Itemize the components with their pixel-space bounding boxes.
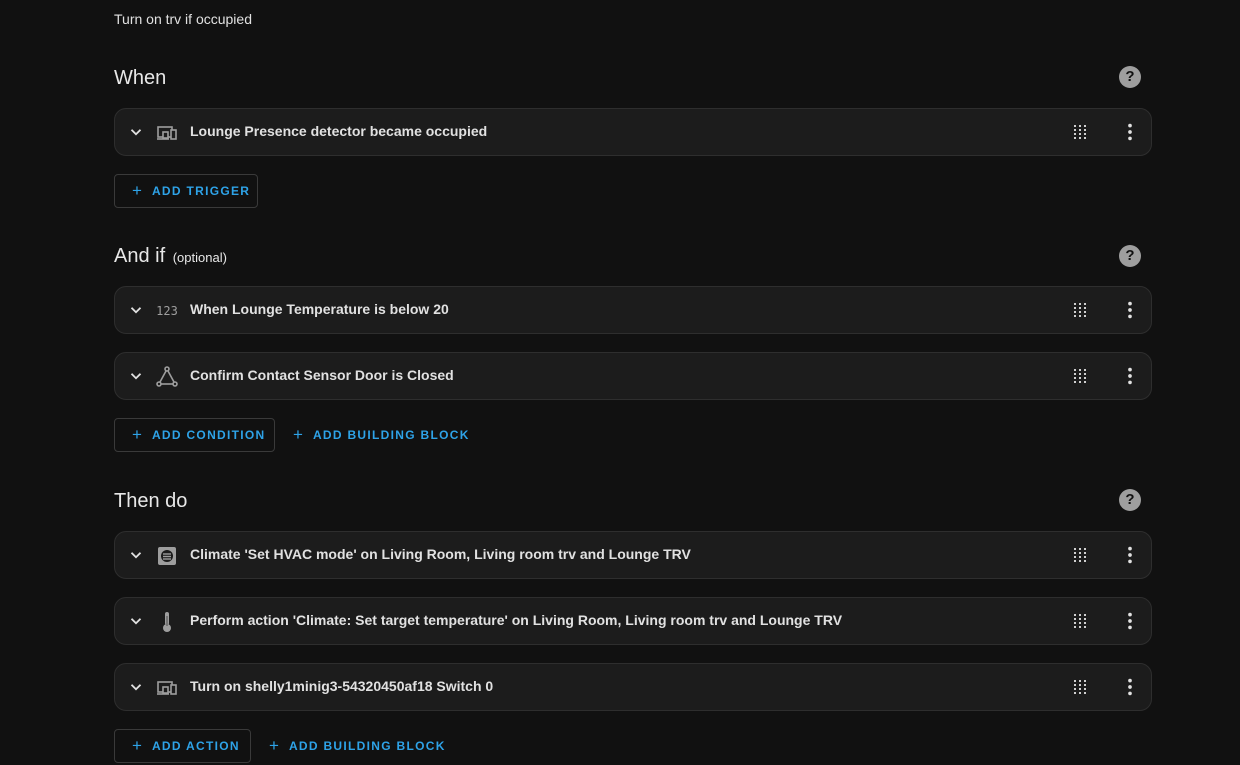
thermometer-icon [155,610,179,634]
action-label: Climate 'Set HVAC mode' on Living Room, … [190,546,691,562]
help-circle-icon[interactable]: ? [1119,245,1141,267]
automation-description: Turn on trv if occupied [114,11,252,27]
chevron-down-icon[interactable] [127,678,145,696]
automation-editor: Turn on trv if occupied When ? Lounge Pr… [0,0,1240,765]
devices-icon [155,676,179,700]
chevron-down-icon[interactable] [127,612,145,630]
plus-icon: + [132,181,142,200]
condition-row[interactable]: Confirm Contact Sensor Door is Closed [114,352,1152,400]
action-label: Turn on shelly1minig3-54320450af18 Switc… [190,678,494,694]
help-circle-icon[interactable]: ? [1119,489,1141,511]
drag-handle-icon[interactable] [1071,367,1089,385]
chevron-down-icon[interactable] [127,546,145,564]
help-circle-icon[interactable]: ? [1119,66,1141,88]
more-vert-icon[interactable] [1119,610,1141,632]
chevron-down-icon[interactable] [127,367,145,385]
drag-handle-icon[interactable] [1071,123,1089,141]
climate-service-icon [155,544,179,568]
add-action-button[interactable]: + ADD ACTION [114,729,251,763]
action-label: Perform action 'Climate: Set target temp… [190,612,843,628]
more-vert-icon[interactable] [1119,121,1141,143]
section-title-when: When [114,67,166,90]
section-title-and-if-text: And if [114,245,166,267]
drag-handle-icon[interactable] [1071,546,1089,564]
numeric-icon: 123 [156,304,178,318]
add-building-block-button[interactable]: + ADD BUILDING BLOCK [252,729,464,763]
trigger-row[interactable]: Lounge Presence detector became occupied [114,108,1152,156]
chevron-down-icon[interactable] [127,123,145,141]
plus-icon: + [132,736,142,755]
add-action-label: ADD ACTION [151,739,240,753]
optional-label: (optional) [172,250,227,265]
state-graph-icon [155,365,179,389]
plus-icon: + [132,425,142,444]
chevron-down-icon[interactable] [127,301,145,319]
section-title-then-do: Then do [114,490,187,513]
condition-row[interactable]: 123 When Lounge Temperature is below 20 [114,286,1152,334]
add-building-block-label: ADD BUILDING BLOCK [312,428,470,442]
condition-label: When Lounge Temperature is below 20 [190,301,449,317]
add-condition-button[interactable]: + ADD CONDITION [114,418,275,452]
drag-handle-icon[interactable] [1071,301,1089,319]
add-trigger-label: ADD TRIGGER [151,184,251,198]
action-row[interactable]: Perform action 'Climate: Set target temp… [114,597,1152,645]
section-title-and-if: And if (optional) [114,245,227,268]
plus-icon: + [293,425,303,444]
add-trigger-button[interactable]: + ADD TRIGGER [114,174,258,208]
section-title-when-text: When [114,67,167,89]
add-building-block-label: ADD BUILDING BLOCK [288,739,446,753]
action-row[interactable]: Turn on shelly1minig3-54320450af18 Switc… [114,663,1152,711]
devices-icon [155,121,179,145]
more-vert-icon[interactable] [1119,676,1141,698]
section-title-then-do-text: Then do [114,490,188,512]
drag-handle-icon[interactable] [1071,678,1089,696]
add-condition-label: ADD CONDITION [151,428,266,442]
drag-handle-icon[interactable] [1071,612,1089,630]
condition-label: Confirm Contact Sensor Door is Closed [190,367,454,383]
trigger-label: Lounge Presence detector became occupied [190,123,488,139]
add-building-block-button[interactable]: + ADD BUILDING BLOCK [276,418,488,452]
more-vert-icon[interactable] [1119,299,1141,321]
more-vert-icon[interactable] [1119,365,1141,387]
plus-icon: + [269,736,279,755]
action-row[interactable]: Climate 'Set HVAC mode' on Living Room, … [114,531,1152,579]
more-vert-icon[interactable] [1119,544,1141,566]
